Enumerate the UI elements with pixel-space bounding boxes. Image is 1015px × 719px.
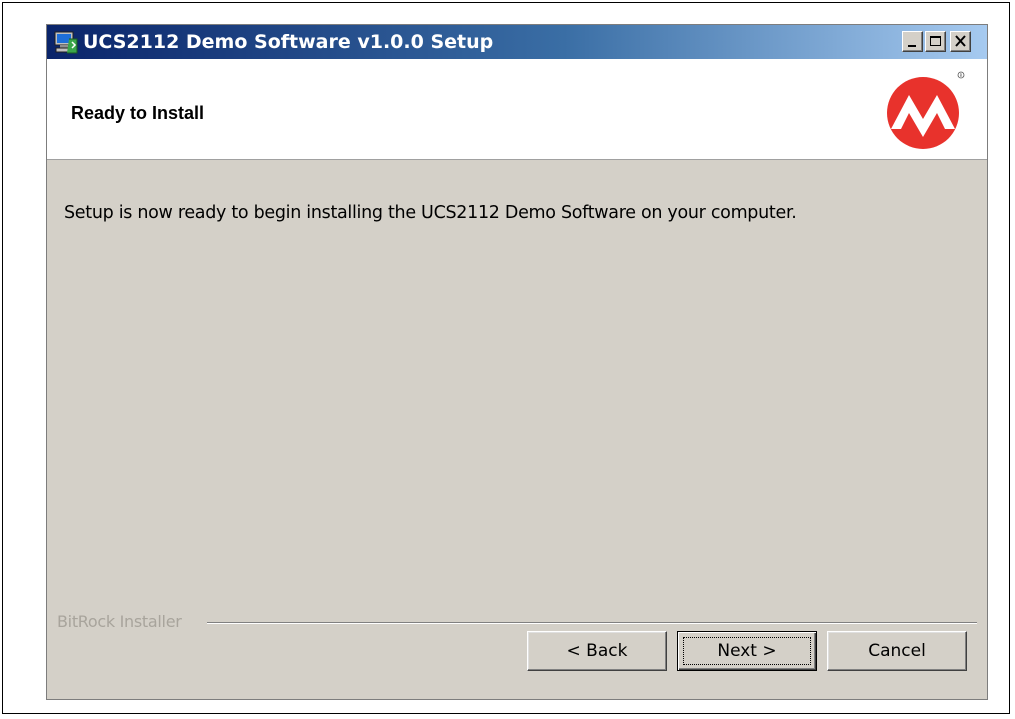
computer-install-icon: [54, 31, 78, 54]
window-title: UCS2112 Demo Software v1.0.0 Setup: [83, 31, 494, 53]
maximize-button[interactable]: [925, 31, 946, 52]
cancel-button[interactable]: Cancel: [827, 631, 967, 671]
cancel-button-label: Cancel: [868, 641, 926, 661]
maximize-icon: [930, 36, 941, 46]
back-button-label: < Back: [566, 641, 628, 661]
page-title: Ready to Install: [71, 103, 205, 123]
next-button[interactable]: Next >: [677, 631, 817, 671]
back-button[interactable]: < Back: [527, 631, 667, 671]
next-button-label: Next >: [717, 641, 777, 661]
group-divider-highlight: [207, 623, 977, 624]
minimize-button[interactable]: [902, 31, 923, 52]
wizard-header: Ready to Install R: [47, 59, 987, 160]
close-icon: [955, 35, 966, 47]
ready-message: Setup is now ready to begin installing t…: [64, 203, 797, 223]
svg-text:R: R: [960, 73, 963, 78]
microchip-logo: R: [887, 71, 965, 149]
minimize-icon: [908, 45, 916, 47]
close-button[interactable]: [950, 31, 971, 52]
title-bar[interactable]: UCS2112 Demo Software v1.0.0 Setup: [47, 25, 987, 59]
setup-window: UCS2112 Demo Software v1.0.0 Setup Ready…: [46, 24, 988, 700]
installer-group-label: BitRock Installer: [57, 612, 190, 631]
